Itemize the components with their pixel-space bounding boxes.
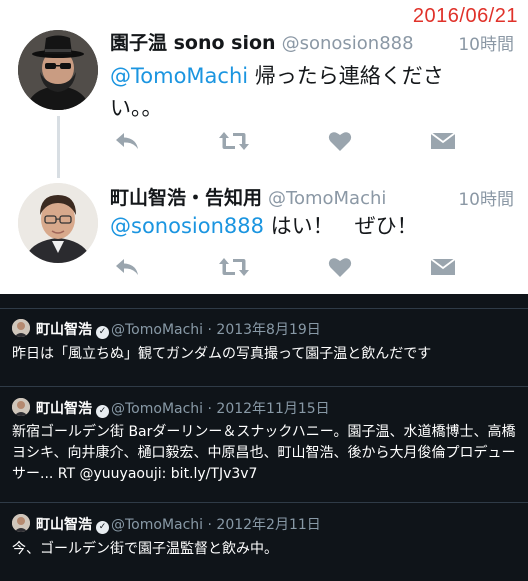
reply-icon[interactable] [114, 256, 140, 278]
old-tweet-card[interactable]: 町山智浩 ✓ @TomoMachi · 2012年2月11日 今、ゴールデン街で園子… [0, 502, 528, 581]
author-name[interactable]: 町山智浩 [36, 517, 92, 533]
tweet-date[interactable]: · 2012年2月11日 [208, 517, 321, 533]
avatar[interactable] [12, 398, 30, 416]
person-with-hat-avatar-icon [18, 30, 98, 110]
thread-connector-line [57, 116, 60, 178]
mention-link[interactable]: @TomoMachi [110, 64, 248, 88]
tweet-text: @sonosion888 はい！ ぜひ！ [110, 210, 510, 242]
verified-badge-icon: ✓ [96, 326, 109, 339]
person-avatar-icon [12, 514, 30, 532]
old-tweet-card[interactable]: 町山智浩 ✓ @TomoMachi · 2012年11月15日 新宿ゴールデン街 B… [0, 386, 528, 486]
person-avatar-icon [12, 398, 30, 416]
verified-badge-icon: ✓ [96, 521, 109, 534]
message-icon[interactable] [430, 256, 456, 278]
old-tweets-panel: 町山智浩 ✓ @TomoMachi · 2013年8月19日 昨日は「風立ちぬ」観て… [0, 294, 528, 581]
like-icon[interactable] [328, 130, 352, 152]
author-handle[interactable]: @sonosion888 [282, 33, 414, 54]
avatar[interactable] [18, 183, 98, 263]
reply-icon[interactable] [114, 130, 140, 152]
author-handle[interactable]: @TomoMachi [111, 517, 203, 533]
person-glasses-avatar-icon [18, 183, 98, 263]
verified-badge-icon: ✓ [96, 405, 109, 418]
reply-thread: 2016/06/21 園子温 sono sion @sonosion888 10時… [0, 0, 528, 294]
author-name[interactable]: 町山智浩 [36, 401, 92, 417]
author-handle[interactable]: @TomoMachi [111, 322, 203, 338]
tweet-header: 町山智浩 ✓ @TomoMachi · 2012年2月11日 [36, 514, 321, 534]
author-name[interactable]: 園子温 sono sion [110, 32, 276, 54]
message-icon[interactable] [430, 130, 456, 152]
author-name[interactable]: 町山智浩・告知用 [110, 187, 262, 209]
retweet-icon[interactable] [218, 256, 250, 278]
tweet-text: @TomoMachi 帰ったら連絡ください。。 [110, 60, 480, 124]
mention-link[interactable]: @sonosion888 [110, 214, 264, 238]
tweet-time[interactable]: 10時間 [458, 185, 514, 210]
author-handle[interactable]: @TomoMachi [111, 401, 203, 417]
tweet-actions [110, 256, 460, 286]
author-name[interactable]: 町山智浩 [36, 322, 92, 338]
avatar[interactable] [12, 514, 30, 532]
tweet-actions [110, 130, 460, 160]
tweet-header: 町山智浩 ✓ @TomoMachi · 2013年8月19日 [36, 319, 321, 339]
old-tweet-card[interactable]: 町山智浩 ✓ @TomoMachi · 2013年8月19日 昨日は「風立ちぬ」観て… [0, 308, 528, 372]
like-icon[interactable] [328, 256, 352, 278]
tweet-text: 新宿ゴールデン街 Barダーリンー＆スナックハニー。園子温、水道橋博士、高橋ヨシ… [12, 424, 516, 482]
avatar[interactable] [18, 30, 98, 110]
tweet-date[interactable]: · 2013年8月19日 [208, 322, 321, 338]
tweet-text: 昨日は「風立ちぬ」観てガンダムの写真撮って園子温と飲んだです [12, 346, 432, 362]
tweet-header: 園子温 sono sion @sonosion888 [110, 28, 414, 55]
tweet-header: 町山智浩 ✓ @TomoMachi · 2012年11月15日 [36, 398, 330, 418]
retweet-icon[interactable] [218, 130, 250, 152]
tweet-header: 町山智浩・告知用 @TomoMachi [110, 183, 386, 210]
tweet-text: 今、ゴールデン街で園子温監督と飲み中。 [12, 541, 278, 557]
avatar[interactable] [12, 319, 30, 337]
tweet-date[interactable]: · 2012年11月15日 [208, 401, 330, 417]
date-stamp: 2016/06/21 [412, 5, 518, 27]
person-avatar-icon [12, 319, 30, 337]
tweet-time[interactable]: 10時間 [458, 30, 514, 55]
tweet-text-content: はい！ ぜひ！ [263, 214, 418, 238]
author-handle[interactable]: @TomoMachi [268, 188, 386, 209]
